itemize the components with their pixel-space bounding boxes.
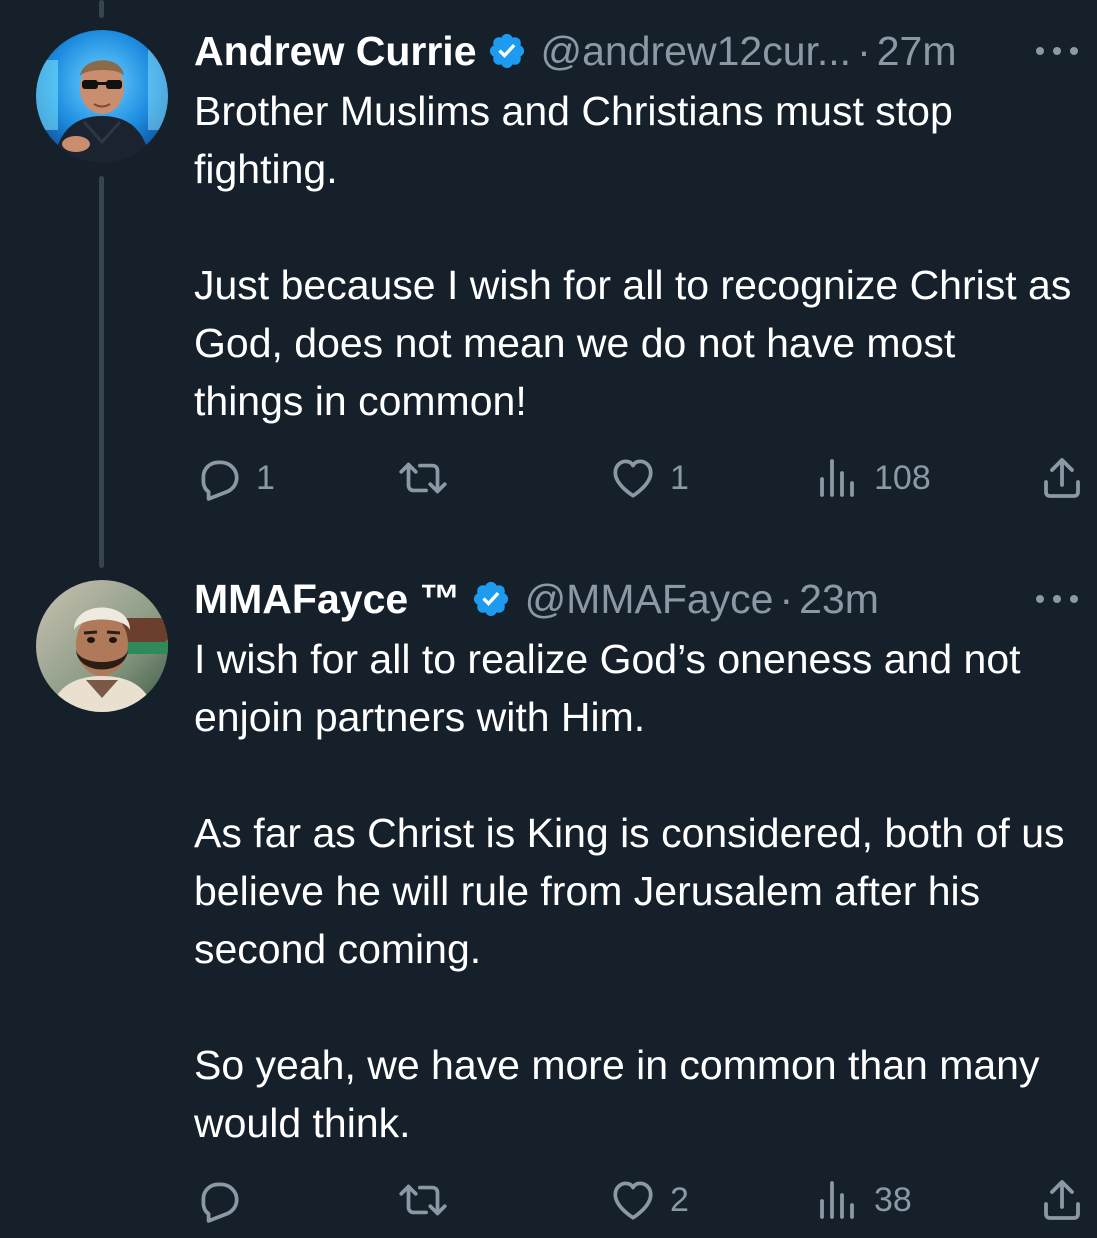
verified-badge-icon: [473, 581, 508, 617]
timestamp[interactable]: 23m: [799, 576, 879, 623]
like-count: 1: [670, 458, 689, 497]
views-count: 38: [874, 1180, 912, 1219]
heart-icon: [613, 1181, 653, 1220]
timestamp[interactable]: 27m: [877, 28, 957, 75]
tweet-header: MMAFayce ™ @MMAFayce · 23m: [194, 574, 1087, 624]
user-handle[interactable]: @MMAFayce: [525, 576, 774, 623]
separator-dot: ·: [857, 27, 871, 74]
tweet-paragraph: I wish for all to realize God’s oneness …: [194, 636, 1021, 740]
action-bar: 2 38: [194, 1170, 1094, 1230]
avatar[interactable]: [36, 580, 168, 712]
tweet-paragraph: As far as Christ is King is considered, …: [194, 810, 1065, 972]
views-button[interactable]: 38: [814, 1170, 912, 1230]
display-name[interactable]: MMAFayce ™: [194, 576, 461, 623]
tweet-text: I wish for all to realize God’s oneness …: [194, 630, 1074, 1152]
tweet-paragraph: Brother Muslims and Christians must stop…: [194, 88, 953, 192]
views-icon: [820, 1181, 854, 1219]
like-count: 2: [670, 1180, 689, 1219]
tweet-paragraph: So yeah, we have more in common than man…: [194, 1042, 1040, 1146]
retweet-icon: [399, 1184, 447, 1216]
tweet-paragraph: Just because I wish for all to recognize…: [194, 262, 1072, 424]
heart-icon: [613, 459, 653, 498]
like-button[interactable]: 2: [608, 1170, 689, 1230]
verified-badge-icon: [489, 33, 524, 69]
more-dots-icon[interactable]: [1027, 574, 1087, 624]
user-handle[interactable]: @andrew12cur...: [541, 28, 852, 75]
share-button[interactable]: [1038, 1170, 1086, 1230]
share-icon: [1044, 458, 1080, 498]
tweet[interactable]: Andrew Currie @andrew12cur... · 27m Brot…: [0, 0, 1097, 540]
share-button[interactable]: [1038, 448, 1086, 508]
tweet-text: Brother Muslims and Christians must stop…: [194, 82, 1074, 430]
retweet-icon: [399, 462, 447, 494]
avatar[interactable]: [36, 30, 168, 162]
tweet[interactable]: MMAFayce ™ @MMAFayce · 23m I wish for al…: [0, 560, 1097, 1238]
tweet-header: Andrew Currie @andrew12cur... · 27m: [194, 26, 1087, 76]
display-name[interactable]: Andrew Currie: [194, 28, 477, 75]
reply-count: 1: [256, 458, 275, 497]
retweet-button[interactable]: [394, 448, 464, 508]
like-button[interactable]: 1: [608, 448, 689, 508]
share-icon: [1044, 1180, 1080, 1220]
action-bar: 1 1 108: [194, 448, 1094, 508]
views-icon: [820, 459, 854, 497]
views-count: 108: [874, 458, 931, 497]
separator-dot: ·: [779, 575, 794, 622]
retweet-button[interactable]: [394, 1170, 464, 1230]
reply-button[interactable]: [194, 1170, 256, 1230]
reply-icon: [201, 1182, 239, 1223]
reply-button[interactable]: 1: [194, 448, 275, 508]
reply-icon: [201, 460, 239, 501]
views-button[interactable]: 108: [814, 448, 931, 508]
more-dots-icon[interactable]: [1027, 26, 1087, 76]
